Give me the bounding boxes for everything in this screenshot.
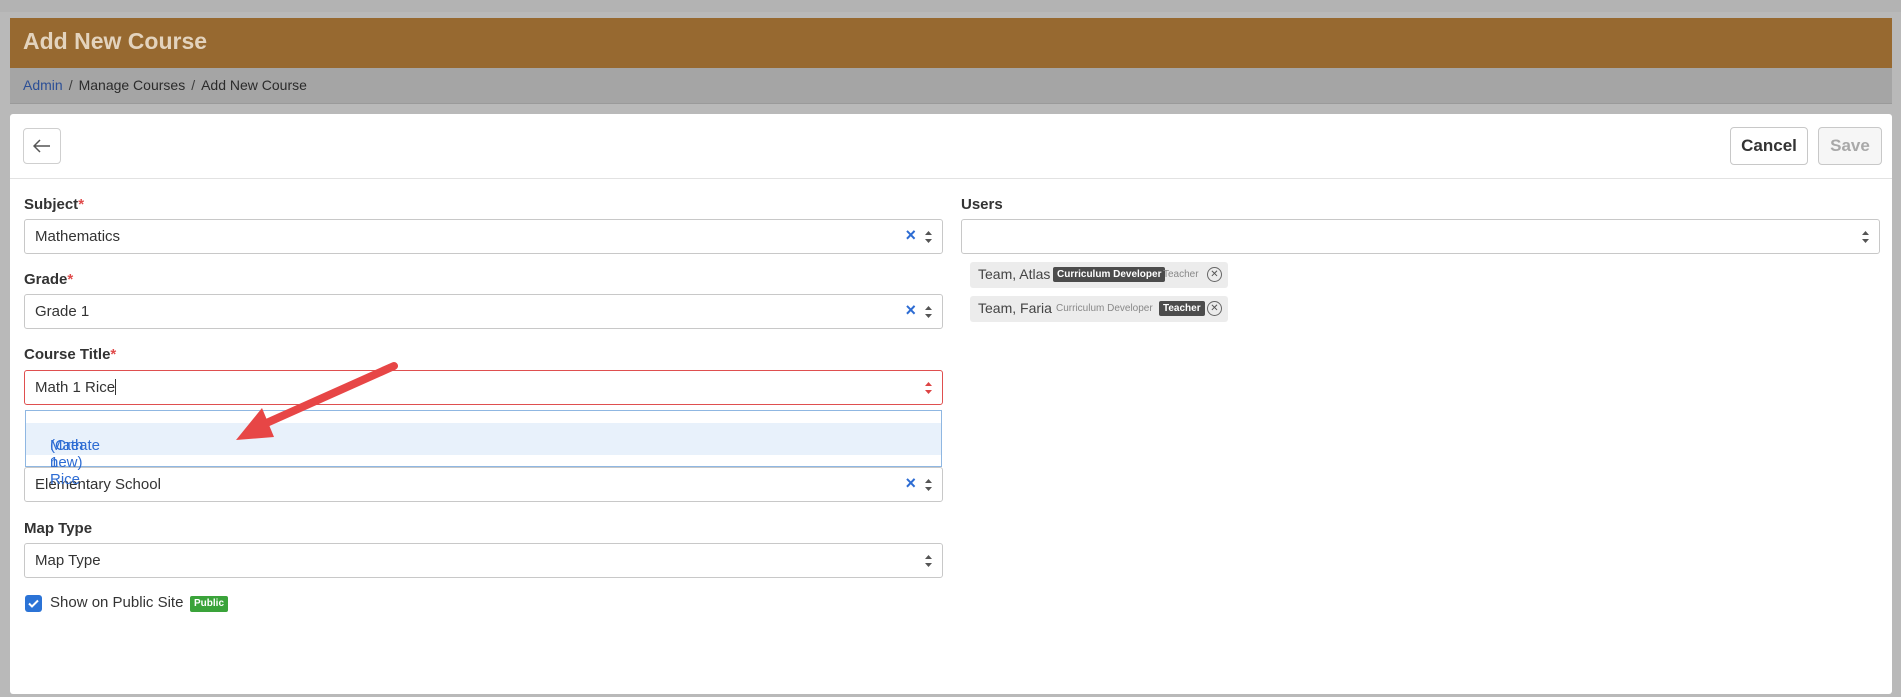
subject-select[interactable]: Mathematics × xyxy=(24,219,943,254)
breadcrumb-bar: Admin / Manage Courses / Add New Course xyxy=(10,68,1892,104)
users-select[interactable] xyxy=(961,219,1880,254)
public-checkbox-label[interactable]: Show on Public Site xyxy=(50,594,183,611)
remove-user-icon[interactable]: ✕ xyxy=(1207,301,1222,316)
grade-label-text: Grade xyxy=(24,271,68,288)
back-button[interactable] xyxy=(23,128,61,164)
breadcrumb-current: Add New Course xyxy=(201,77,307,93)
map-type-select[interactable]: Map Type xyxy=(24,543,943,578)
remove-user-icon[interactable]: ✕ xyxy=(1207,267,1222,282)
cancel-button[interactable]: Cancel xyxy=(1730,127,1808,165)
form-toolbar: Cancel Save xyxy=(10,114,1892,179)
create-new-option[interactable]: Math 1 Rice (Create new) xyxy=(26,423,941,488)
breadcrumb-admin-link[interactable]: Admin xyxy=(23,77,63,93)
clear-icon[interactable]: × xyxy=(905,225,916,246)
sort-arrows-icon xyxy=(925,229,932,245)
clear-icon[interactable]: × xyxy=(905,473,916,494)
course-title-label: Course Title* xyxy=(24,346,116,363)
breadcrumb-separator: / xyxy=(68,77,73,93)
grade-value: Grade 1 xyxy=(35,303,90,320)
course-title-input[interactable]: Math 1 Rice xyxy=(24,370,943,405)
required-marker: * xyxy=(110,346,117,363)
option-action: (Create new) xyxy=(50,437,101,471)
course-title-label-text: Course Title xyxy=(24,346,111,363)
sort-arrows-icon xyxy=(925,304,932,320)
sort-arrows-icon xyxy=(925,553,932,569)
role-tag-curriculum-developer[interactable]: Curriculum Developer xyxy=(1052,301,1157,316)
breadcrumb: Admin / Manage Courses / Add New Course xyxy=(23,77,307,93)
required-marker: * xyxy=(67,271,74,288)
map-type-label: Map Type xyxy=(24,520,93,537)
role-tag-teacher[interactable]: Teacher xyxy=(1159,301,1205,316)
users-label: Users xyxy=(961,196,1003,213)
grade-select[interactable]: Grade 1 × xyxy=(24,294,943,329)
subject-label: Subject* xyxy=(24,196,84,213)
breadcrumb-separator: / xyxy=(191,77,196,93)
clear-icon[interactable]: × xyxy=(905,300,916,321)
course-title-value: Math 1 Rice xyxy=(35,379,117,396)
role-tag-teacher[interactable]: Teacher xyxy=(1159,267,1203,282)
user-chip: Team, Faria Curriculum Developer Teacher… xyxy=(970,296,1228,322)
top-strip xyxy=(0,0,1901,12)
user-name: Team, Faria xyxy=(978,300,1052,316)
breadcrumb-manage-courses: Manage Courses xyxy=(78,77,186,93)
subject-value: Mathematics xyxy=(35,228,121,245)
role-tag-curriculum-developer[interactable]: Curriculum Developer xyxy=(1053,267,1166,282)
course-title-dropdown: Math 1 Rice (Create new) xyxy=(25,410,942,488)
user-name: Team, Atlas xyxy=(978,266,1051,282)
public-badge: Public xyxy=(190,596,229,612)
arrow-left-icon xyxy=(33,139,50,153)
page-header: Add New Course xyxy=(10,18,1892,68)
map-type-placeholder: Map Type xyxy=(35,552,101,569)
checkmark-icon xyxy=(28,599,39,608)
page-title: Add New Course xyxy=(23,28,208,54)
sort-arrows-icon xyxy=(925,477,932,493)
school-select[interactable]: Elementary School × xyxy=(24,467,943,502)
save-button[interactable]: Save xyxy=(1818,127,1882,165)
create-new-option-label: Math 1 Rice (Create new) xyxy=(38,430,100,488)
course-title-text: Math 1 Rice xyxy=(35,379,116,396)
public-checkbox[interactable] xyxy=(25,595,42,612)
required-marker: * xyxy=(78,196,85,213)
text-caret xyxy=(115,379,117,395)
grade-label: Grade* xyxy=(24,271,73,288)
subject-label-text: Subject xyxy=(24,196,79,213)
sort-arrows-icon xyxy=(925,380,932,396)
sort-arrows-icon xyxy=(1862,229,1869,245)
user-chip: Team, Atlas Curriculum Developer Teacher… xyxy=(970,262,1228,288)
course-form-card: Cancel Save Subject* Mathematics × Grade… xyxy=(10,114,1892,694)
